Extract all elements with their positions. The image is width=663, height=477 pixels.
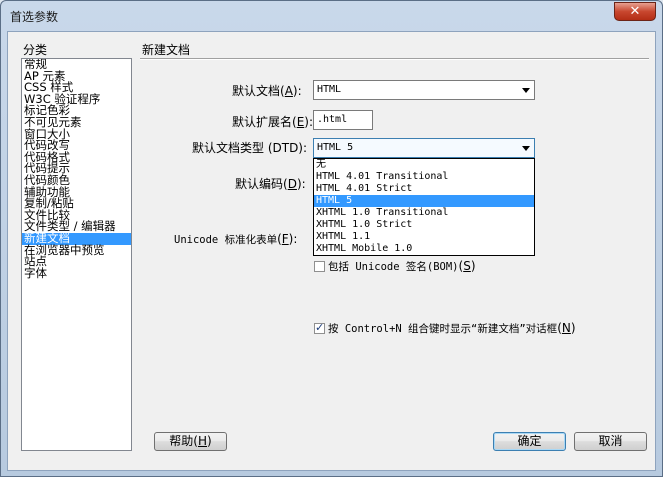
doctype-option[interactable]: 无	[314, 159, 534, 171]
default-doctype-select[interactable]: HTML 5	[313, 138, 535, 158]
category-item[interactable]: 字体	[22, 267, 131, 280]
show-dialog-checkbox-row[interactable]: 按 Control+N 组合键时显示“新建文档”对话框(N)	[314, 321, 576, 336]
default-encoding-label: 默认编码(D):	[235, 177, 306, 191]
bom-checkbox[interactable]	[314, 261, 325, 272]
cancel-button[interactable]: 取消	[574, 432, 647, 451]
chevron-down-icon	[522, 146, 530, 151]
preferences-window: 首选参数 ✕ 分类 常规 AP 元素 CSS 样式 W3C 验证程序 标记色彩 不可见元素…	[0, 0, 663, 477]
unicode-normalization-label: Unicode 标准化表单(F):	[174, 232, 298, 246]
doctype-option[interactable]: XHTML 1.0 Strict	[314, 219, 534, 231]
section-divider	[140, 58, 649, 60]
bom-checkbox-row[interactable]: 包括 Unicode 签名(BOM)(S)	[314, 259, 476, 274]
window-title: 首选参数	[10, 10, 59, 24]
doctype-option[interactable]: HTML 5	[314, 195, 534, 207]
chevron-down-icon	[522, 88, 530, 93]
doctype-option[interactable]: HTML 4.01 Transitional	[314, 171, 534, 183]
default-doc-label: 默认文档(A):	[232, 84, 302, 98]
default-ext-input[interactable]: .html	[313, 110, 373, 130]
bom-checkbox-label: 包括 Unicode 签名(BOM)	[328, 261, 459, 273]
doctype-option[interactable]: XHTML 1.1	[314, 231, 534, 243]
show-dialog-checkbox[interactable]	[314, 321, 325, 334]
title-bar[interactable]: 首选参数 ✕	[1, 1, 662, 31]
doctype-option[interactable]: XHTML 1.0 Transitional	[314, 207, 534, 219]
doctype-dropdown-list[interactable]: 无 HTML 4.01 Transitional HTML 4.01 Strict H…	[313, 158, 535, 256]
help-button[interactable]: 帮助(H)	[154, 432, 227, 451]
default-doctype-label: 默认文档类型 (DTD):	[192, 141, 308, 155]
dialog-body: 分类 常规 AP 元素 CSS 样式 W3C 验证程序 标记色彩 不可见元素 窗口大小 代码改…	[7, 31, 656, 471]
section-title: 新建文档	[142, 43, 191, 57]
doctype-option[interactable]: XHTML Mobile 1.0	[314, 243, 534, 255]
default-ext-label: 默认扩展名(E):	[232, 115, 314, 129]
category-list[interactable]: 常规 AP 元素 CSS 样式 W3C 验证程序 标记色彩 不可见元素 窗口大小 代码改写 代码…	[21, 58, 132, 451]
category-label: 分类	[23, 43, 48, 57]
close-button[interactable]: ✕	[614, 2, 656, 21]
doctype-option[interactable]: HTML 4.01 Strict	[314, 183, 534, 195]
show-dialog-checkbox-label: 按 Control+N 组合键时显示“新建文档”对话框	[328, 323, 558, 335]
ok-button[interactable]: 确定	[493, 432, 566, 451]
default-doc-select[interactable]: HTML	[313, 80, 535, 100]
